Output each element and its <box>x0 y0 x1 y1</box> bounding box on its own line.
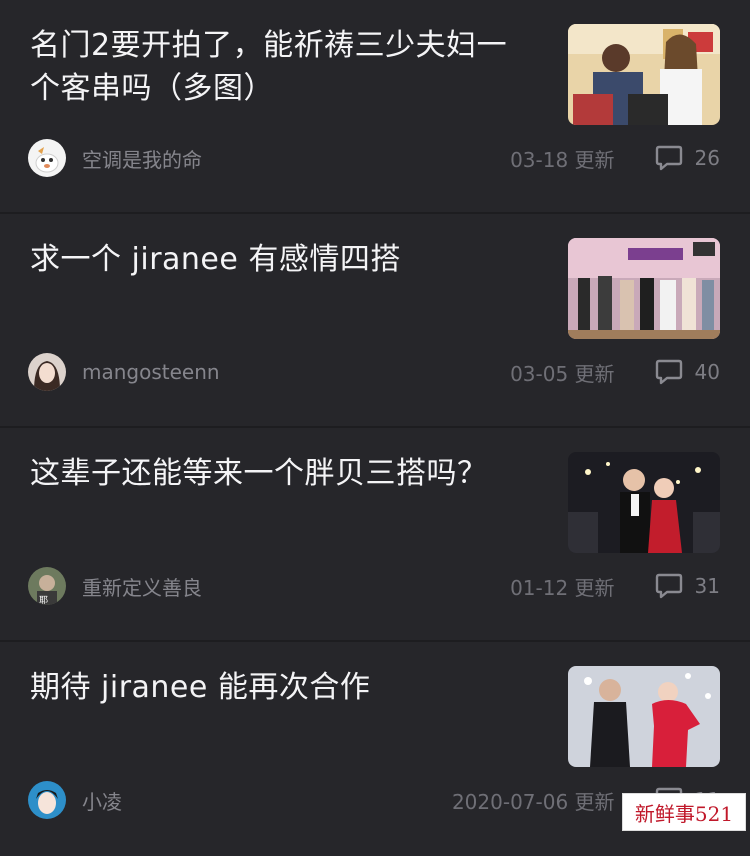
update-date: 03-05 更新 <box>510 361 615 386</box>
post-item[interactable]: 名门2要开拍了，能祈祷三少夫妇一个客串吗（多图） 空调是我的命 03-18 更新… <box>0 0 750 214</box>
post-title[interactable]: 这辈子还能等来一个胖贝三搭吗？ <box>30 452 535 495</box>
post-meta: mangosteenn 03-05 更新 40 <box>28 352 720 392</box>
post-thumbnail[interactable] <box>568 238 720 339</box>
update-date: 03-18 更新 <box>510 147 615 172</box>
post-item[interactable]: 求一个 jiranee 有感情四搭 mangosteenn 03-05 更新 4… <box>0 214 750 428</box>
post-item[interactable]: 这辈子还能等来一个胖贝三搭吗？ 耶 重新定义善良 01-12 更新 31 <box>0 428 750 642</box>
avatar[interactable] <box>28 139 66 177</box>
post-thumbnail[interactable] <box>568 666 720 767</box>
comment-count[interactable]: 26 <box>655 145 720 171</box>
author-name[interactable]: 小凌 <box>82 786 122 815</box>
comment-bubble-icon <box>655 145 682 171</box>
post-title[interactable]: 期待 jiranee 能再次合作 <box>30 666 535 709</box>
author-name[interactable]: 重新定义善良 <box>82 572 202 601</box>
comment-count-value: 40 <box>694 360 720 384</box>
avatar[interactable] <box>28 781 66 819</box>
svg-text:耶: 耶 <box>39 595 48 605</box>
comment-count-value: 31 <box>694 574 720 598</box>
avatar[interactable] <box>28 353 66 391</box>
post-title[interactable]: 名门2要开拍了，能祈祷三少夫妇一个客串吗（多图） <box>30 24 535 110</box>
post-meta: 空调是我的命 03-18 更新 26 <box>28 138 720 178</box>
author-name[interactable]: 空调是我的命 <box>82 144 202 173</box>
comment-count-value: 26 <box>694 146 720 170</box>
comment-count[interactable]: 40 <box>655 359 720 385</box>
comment-bubble-icon <box>655 573 682 599</box>
update-date: 01-12 更新 <box>510 575 615 600</box>
post-thumbnail[interactable] <box>568 452 720 553</box>
watermark: 新鲜事521 <box>622 793 746 831</box>
post-thumbnail[interactable] <box>568 24 720 125</box>
comment-count[interactable]: 31 <box>655 573 720 599</box>
post-meta: 小凌 2020-07-06 更新 11 <box>28 780 720 820</box>
post-title[interactable]: 求一个 jiranee 有感情四搭 <box>30 238 535 281</box>
post-feed: 名门2要开拍了，能祈祷三少夫妇一个客串吗（多图） 空调是我的命 03-18 更新… <box>0 0 750 856</box>
comment-bubble-icon <box>655 359 682 385</box>
update-date: 2020-07-06 更新 <box>451 789 615 814</box>
author-name[interactable]: mangosteenn <box>82 360 220 384</box>
avatar[interactable]: 耶 <box>28 567 66 605</box>
post-meta: 耶 重新定义善良 01-12 更新 31 <box>28 566 720 606</box>
